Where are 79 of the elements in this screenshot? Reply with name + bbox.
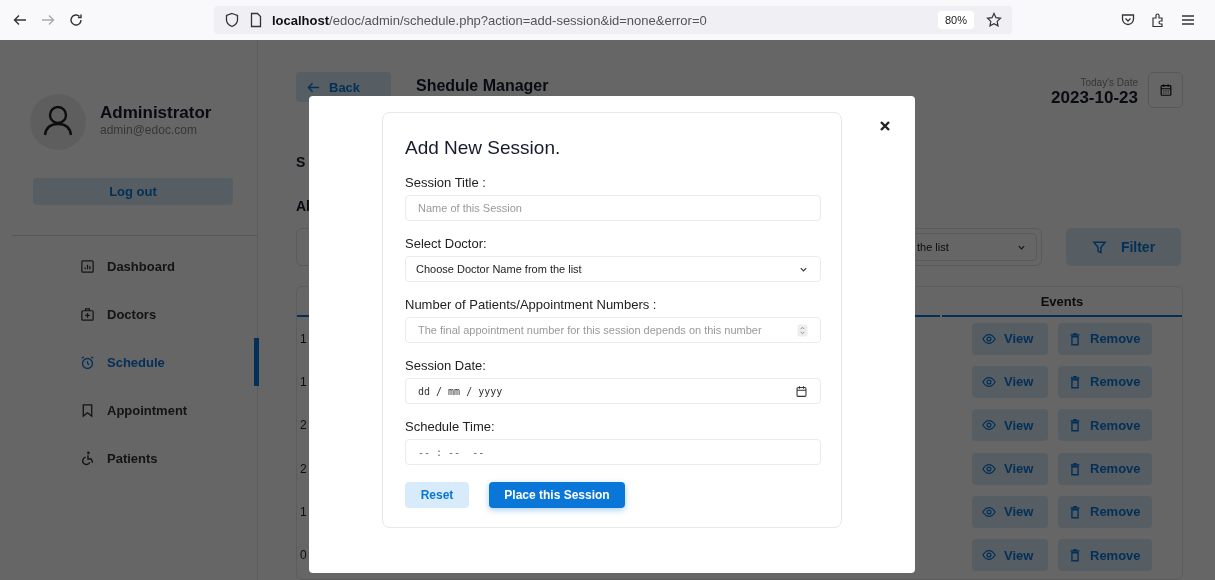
chart-icon	[80, 258, 95, 274]
eye-icon	[982, 548, 996, 563]
medical-kit-icon	[80, 306, 95, 322]
table-cell-text: 0	[299, 548, 307, 563]
alarm-clock-icon	[80, 354, 95, 370]
menu-item[interactable]: Dashboard	[0, 242, 257, 290]
star-icon[interactable]	[986, 12, 1002, 28]
table-cell-text: 1	[299, 504, 307, 519]
extensions-icon[interactable]	[1150, 12, 1166, 28]
number-field[interactable]: The final appointment number for this session depends on this number	[405, 317, 821, 343]
trash-icon	[1068, 504, 1082, 519]
field-label: Session Date:	[405, 358, 486, 373]
view-button[interactable]: View	[972, 452, 1048, 485]
remove-button[interactable]: Remove	[1058, 322, 1152, 355]
select-field[interactable]: Choose Doctor Name from the list	[405, 256, 821, 282]
trash-icon	[1068, 374, 1082, 389]
trash-icon	[1068, 418, 1082, 433]
list-heading: Al	[296, 198, 310, 214]
trash-icon	[1068, 331, 1082, 346]
view-button[interactable]: View	[972, 322, 1048, 355]
logout-button[interactable]: Log out	[33, 178, 233, 205]
calendar-button[interactable]	[1148, 72, 1183, 108]
field-label: Session Title :	[405, 175, 486, 190]
field-label: Schedule Time:	[405, 419, 495, 434]
table-cell-text: 2	[299, 461, 307, 476]
trash-icon	[1068, 548, 1082, 563]
bookmark-icon	[80, 402, 95, 418]
remove-button[interactable]: Remove	[1058, 452, 1152, 485]
url-text: localhost/edoc/admin/schedule.php?action=add-session&id=none&error=0	[272, 12, 708, 28]
filter-button[interactable]: Filter	[1066, 228, 1181, 266]
menu-icon[interactable]	[1180, 12, 1196, 28]
menu-item[interactable]: Patients	[0, 434, 257, 482]
remove-button[interactable]: Remove	[1058, 539, 1152, 572]
field-label: Select Doctor:	[405, 236, 487, 251]
remove-button[interactable]: Remove	[1058, 365, 1152, 398]
wheelchair-icon	[80, 450, 95, 466]
date-field[interactable]: dd / mm / yyyy	[405, 378, 821, 404]
view-button[interactable]: View	[972, 409, 1048, 442]
page-title: Shedule Manager	[416, 77, 549, 95]
time-field[interactable]: -- : -- --	[405, 439, 821, 465]
back-icon[interactable]	[12, 12, 28, 28]
view-button[interactable]: View	[972, 495, 1048, 528]
view-button[interactable]: View	[972, 539, 1048, 572]
address-bar[interactable]: localhost/edoc/admin/schedule.php?action=add-session&id=none&error=0 80%	[214, 6, 1012, 34]
table-cell-text: 1	[299, 374, 307, 389]
reload-icon[interactable]	[68, 12, 84, 28]
submit-button[interactable]: Place this Session	[489, 482, 625, 508]
close-icon	[879, 120, 891, 132]
pocket-icon[interactable]	[1120, 12, 1136, 28]
remove-button[interactable]: Remove	[1058, 495, 1152, 528]
page-icon	[248, 12, 264, 28]
trash-icon	[1068, 461, 1082, 476]
form-title: Add New Session.	[405, 137, 562, 159]
table-cell-text: 1	[299, 331, 307, 346]
table-cell-text: 2	[299, 418, 307, 433]
menu-item[interactable]: Schedule	[0, 338, 257, 386]
filter-icon	[1091, 239, 1107, 255]
calendar-icon	[1158, 83, 1173, 97]
avatar-icon	[30, 94, 86, 150]
eye-icon	[982, 418, 996, 433]
menu-item[interactable]: Doctors	[0, 290, 257, 338]
view-button[interactable]: View	[972, 365, 1048, 398]
reset-button[interactable]: Reset	[405, 482, 469, 508]
shield-icon	[224, 12, 240, 28]
input-field[interactable]: Name of this Session	[405, 195, 821, 221]
menu-item[interactable]: Appointment	[0, 386, 257, 434]
today-date: 2023-10-23	[1051, 87, 1138, 108]
section-title: S	[296, 154, 306, 170]
spinner-icon	[797, 323, 808, 337]
column-header: Events	[1040, 293, 1084, 309]
zoom-level[interactable]: 80%	[937, 11, 974, 29]
field-label: Number of Patients/Appointment Numbers :	[405, 297, 657, 312]
eye-icon	[982, 374, 996, 389]
eye-icon	[982, 504, 996, 519]
calendar-icon	[795, 384, 808, 398]
remove-button[interactable]: Remove	[1058, 409, 1152, 442]
eye-icon	[982, 461, 996, 476]
eye-icon	[982, 331, 996, 346]
user-name: Administrator	[100, 103, 212, 123]
